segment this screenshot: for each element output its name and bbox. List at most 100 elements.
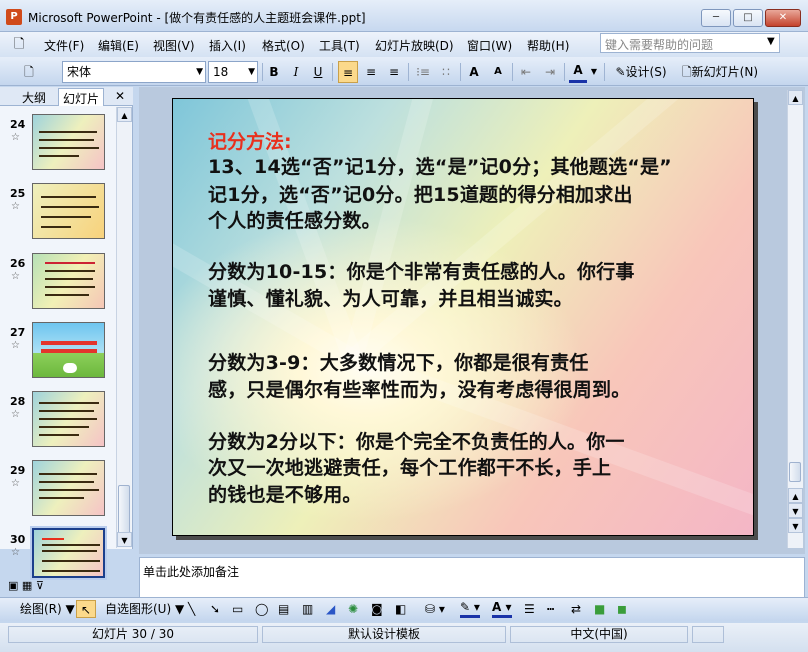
menu-format[interactable]: 格式(O) bbox=[262, 37, 305, 54]
wordart-icon[interactable]: ◢ bbox=[326, 600, 335, 618]
slideshow-view-icon[interactable]: ⊽ bbox=[36, 579, 44, 592]
slide-title[interactable]: 记分方法: bbox=[208, 127, 292, 154]
menu-insert[interactable]: 插入(I) bbox=[209, 37, 246, 54]
vertical-textbox-icon[interactable]: ▥ bbox=[302, 600, 313, 618]
design-button[interactable]: ✎设计(S) bbox=[610, 61, 672, 83]
line-tool-icon[interactable]: ╲ bbox=[188, 600, 195, 618]
slide-text-line[interactable]: 分数为2分以下：你是个完全不负责任的人。你一 bbox=[208, 427, 625, 454]
select-pointer-icon[interactable]: ↖ bbox=[76, 600, 96, 618]
arrow-style-icon[interactable]: ⇄ bbox=[571, 600, 581, 618]
scroll-down-icon[interactable]: ▼ bbox=[788, 503, 803, 518]
slide-number: 26 bbox=[10, 257, 26, 270]
slide-text-line[interactable]: 次又一次地逃避责任，每个工作都干不长，手上 bbox=[208, 453, 611, 480]
close-button[interactable]: ✕ bbox=[765, 9, 801, 27]
tab-slides[interactable]: 幻灯片 bbox=[58, 88, 105, 106]
bold-button[interactable]: B bbox=[266, 61, 282, 83]
increase-indent-icon[interactable]: ⇥ bbox=[541, 61, 559, 83]
numbering-icon[interactable]: ⁝≡ bbox=[414, 61, 432, 83]
slide-text-line[interactable]: 分数为10-15：你是个非常有责任感的人。你行事 bbox=[208, 257, 635, 284]
shadow-style-icon[interactable]: ■ bbox=[594, 600, 605, 618]
maximize-button[interactable]: □ bbox=[733, 9, 763, 27]
oval-tool-icon[interactable]: ◯ bbox=[255, 600, 268, 618]
font-name-select[interactable]: 宋体 ▼ bbox=[62, 61, 206, 83]
toolbar-separator bbox=[408, 63, 409, 81]
scroll-down-icon[interactable]: ▼ bbox=[117, 532, 132, 547]
help-search-input[interactable]: 键入需要帮助的问题 bbox=[600, 33, 780, 53]
slide-thumbnail-29[interactable] bbox=[32, 460, 105, 516]
scroll-up-icon[interactable]: ▲ bbox=[117, 107, 132, 122]
help-dropdown-arrow-icon[interactable]: ▼ bbox=[767, 36, 775, 47]
line-style-icon[interactable]: ☰ bbox=[524, 600, 535, 618]
slide-thumbnail-27[interactable] bbox=[32, 322, 105, 378]
star-icon: ☆ bbox=[11, 478, 20, 489]
menu-help[interactable]: 帮助(H) bbox=[527, 37, 569, 54]
drawing-font-color-icon[interactable]: A ▾ bbox=[492, 600, 512, 618]
underline-button[interactable]: U bbox=[310, 61, 326, 83]
new-document-icon[interactable]: 🗋 bbox=[20, 61, 38, 83]
toolbar-separator bbox=[460, 63, 461, 81]
chevron-down-icon[interactable]: ▼ bbox=[590, 61, 598, 83]
shrink-font-icon[interactable]: A bbox=[489, 61, 507, 83]
slide-text-line[interactable]: 记1分，选“否”记0分。把15道题的得分相加求出 bbox=[208, 180, 633, 207]
menu-slideshow[interactable]: 幻灯片放映(D) bbox=[375, 37, 454, 54]
slide-thumbnail-26[interactable] bbox=[32, 253, 105, 309]
fill-color-icon[interactable]: ⛁ ▾ bbox=[425, 600, 445, 618]
slide-thumbnail-30[interactable] bbox=[30, 526, 107, 580]
dash-style-icon[interactable]: ┅ bbox=[547, 600, 554, 618]
star-icon: ☆ bbox=[11, 547, 20, 558]
textbox-tool-icon[interactable]: ▤ bbox=[278, 600, 289, 618]
slide-scrollbar[interactable]: ▲ ▲ ▼ ▼ bbox=[787, 90, 803, 548]
star-icon: ☆ bbox=[11, 340, 20, 351]
minimize-button[interactable]: ─ bbox=[701, 9, 731, 27]
menu-tools[interactable]: 工具(T) bbox=[319, 37, 360, 54]
close-panel-icon[interactable]: ✕ bbox=[111, 88, 129, 106]
normal-view-icon[interactable]: ▣ bbox=[8, 579, 18, 592]
slide-text-line[interactable]: 分数为3-9：大多数情况下，你都是很有责任 bbox=[208, 348, 589, 375]
grow-font-icon[interactable]: A bbox=[465, 61, 483, 83]
italic-button[interactable]: I bbox=[288, 61, 304, 83]
arrow-tool-icon[interactable]: ➘ bbox=[210, 600, 220, 618]
powerpoint-app-icon[interactable]: P bbox=[6, 9, 22, 25]
align-center-icon[interactable]: ≡ bbox=[362, 61, 380, 83]
scroll-up-icon[interactable]: ▲ bbox=[788, 488, 803, 503]
scroll-up-icon[interactable]: ▲ bbox=[788, 90, 803, 105]
slide-sorter-icon[interactable]: ▦ bbox=[22, 579, 32, 592]
slide-number: 24 bbox=[10, 118, 26, 131]
rectangle-tool-icon[interactable]: ▭ bbox=[232, 600, 243, 618]
slide-text-line[interactable]: 感，只是偶尔有些率性而为，没有考虑得很周到。 bbox=[208, 375, 630, 402]
picture-icon[interactable]: ◧ bbox=[395, 600, 406, 618]
menu-file[interactable]: 文件(F) bbox=[44, 37, 84, 54]
align-left-icon[interactable]: ≡ bbox=[338, 61, 358, 83]
slide-thumbnail-28[interactable] bbox=[32, 391, 105, 447]
scroll-thumb[interactable] bbox=[789, 462, 801, 482]
slide-thumbnail-25[interactable] bbox=[32, 183, 105, 239]
slide-text-line[interactable]: 个人的责任感分数。 bbox=[208, 206, 381, 233]
tab-outline[interactable]: 大纲 bbox=[18, 88, 50, 106]
panel-scrollbar[interactable]: ▲ ▼ bbox=[116, 107, 132, 548]
slide-thumbnail-24[interactable] bbox=[32, 114, 105, 170]
status-template[interactable]: 默认设计模板 bbox=[262, 626, 506, 643]
bullets-icon[interactable]: ∷ bbox=[437, 61, 455, 83]
scroll-down-icon[interactable]: ▼ bbox=[788, 518, 803, 533]
chevron-down-icon: ▼ bbox=[248, 67, 255, 77]
document-icon[interactable]: 🗋 bbox=[14, 35, 24, 57]
font-size-select[interactable]: 18 ▼ bbox=[208, 61, 258, 83]
3d-style-icon[interactable]: ◼ bbox=[617, 600, 627, 618]
menu-window[interactable]: 窗口(W) bbox=[467, 37, 512, 54]
font-color-icon[interactable]: A bbox=[569, 61, 587, 83]
star-icon: ☆ bbox=[11, 409, 20, 420]
line-color-icon[interactable]: ✎ ▾ bbox=[460, 600, 480, 618]
draw-menu-button[interactable]: 绘图(R) ▼ bbox=[20, 600, 75, 618]
menu-edit[interactable]: 编辑(E) bbox=[98, 37, 139, 54]
autoshapes-button[interactable]: 自选图形(U) ▼ bbox=[105, 600, 184, 618]
align-right-icon[interactable]: ≡ bbox=[385, 61, 403, 83]
decrease-indent-icon[interactable]: ⇤ bbox=[517, 61, 535, 83]
clipart-icon[interactable]: ◙ bbox=[371, 600, 383, 618]
diagram-icon[interactable]: ✺ bbox=[348, 600, 358, 618]
menu-view[interactable]: 视图(V) bbox=[153, 37, 195, 54]
slide-text-line[interactable]: 13、14选“否”记1分，选“是”记0分；其他题选“是” bbox=[208, 152, 672, 179]
slide-text-line[interactable]: 谨慎、懂礼貌、为人可靠，并且相当诚实。 bbox=[208, 284, 573, 311]
notes-placeholder[interactable]: 单击此处添加备注 bbox=[143, 563, 239, 580]
slide-text-line[interactable]: 的钱也是不够用。 bbox=[208, 480, 362, 507]
new-slide-button[interactable]: 🗋新幻灯片(N) bbox=[676, 61, 764, 83]
